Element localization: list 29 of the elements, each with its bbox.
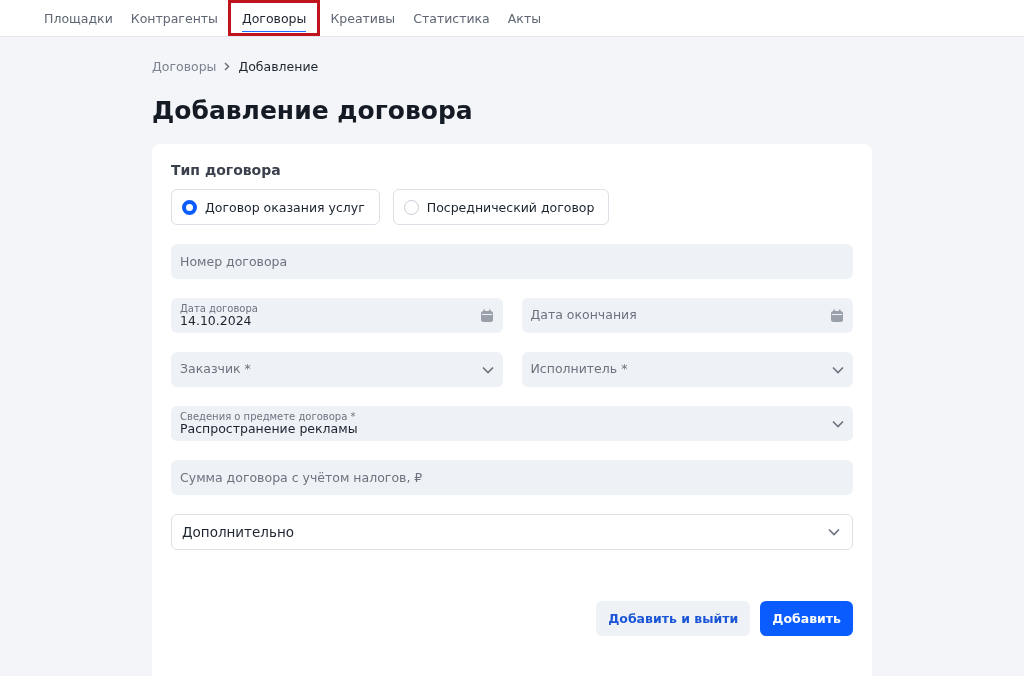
chevron-icon [828, 528, 840, 536]
chevron-icon [832, 365, 844, 374]
input-field[interactable]: Сумма договора с учётом налогов, ₽ [171, 460, 853, 495]
date-field[interactable]: Дата договора 14.10.2024 [171, 298, 503, 333]
select-field[interactable]: Заказчик * [171, 352, 503, 387]
radio-option[interactable]: Посреднический договор [392, 189, 610, 225]
section-label: Тип договора [171, 162, 282, 178]
select-field[interactable]: Исполнитель * [521, 352, 853, 387]
select-field[interactable]: Сведения о предмете договора * Распространение рекламы [171, 406, 853, 441]
nav-tab[interactable]: Креативы [322, 0, 404, 36]
calendar-icon [830, 308, 844, 323]
input-field[interactable]: Номер договора [171, 244, 853, 279]
nav-tab[interactable]: Статистика [405, 0, 498, 36]
nav-tab[interactable]: Площадки [36, 0, 121, 36]
secondary-button[interactable]: Добавить и выйти [596, 601, 751, 636]
nav-tab[interactable]: Контрагенты [122, 0, 226, 36]
page-title: Добавление договора [152, 96, 474, 125]
calendar-icon [479, 308, 494, 323]
submit-button[interactable]: Добавить [760, 601, 853, 636]
breadcrumb-link[interactable]: Договоры [152, 59, 217, 74]
nav-tab[interactable]: Договоры [227, 0, 321, 36]
chevron-icon [832, 419, 844, 428]
breadcrumb-current: Добавление [238, 59, 319, 74]
chevron-right-icon [224, 62, 231, 71]
nav-tab[interactable]: Акты [499, 0, 550, 36]
chevron-icon [481, 365, 494, 374]
accordion-header[interactable]: Дополнительно [171, 514, 853, 550]
radio-option[interactable]: Договор оказания услуг [171, 189, 380, 225]
date-field[interactable]: Дата окончания [521, 298, 853, 333]
